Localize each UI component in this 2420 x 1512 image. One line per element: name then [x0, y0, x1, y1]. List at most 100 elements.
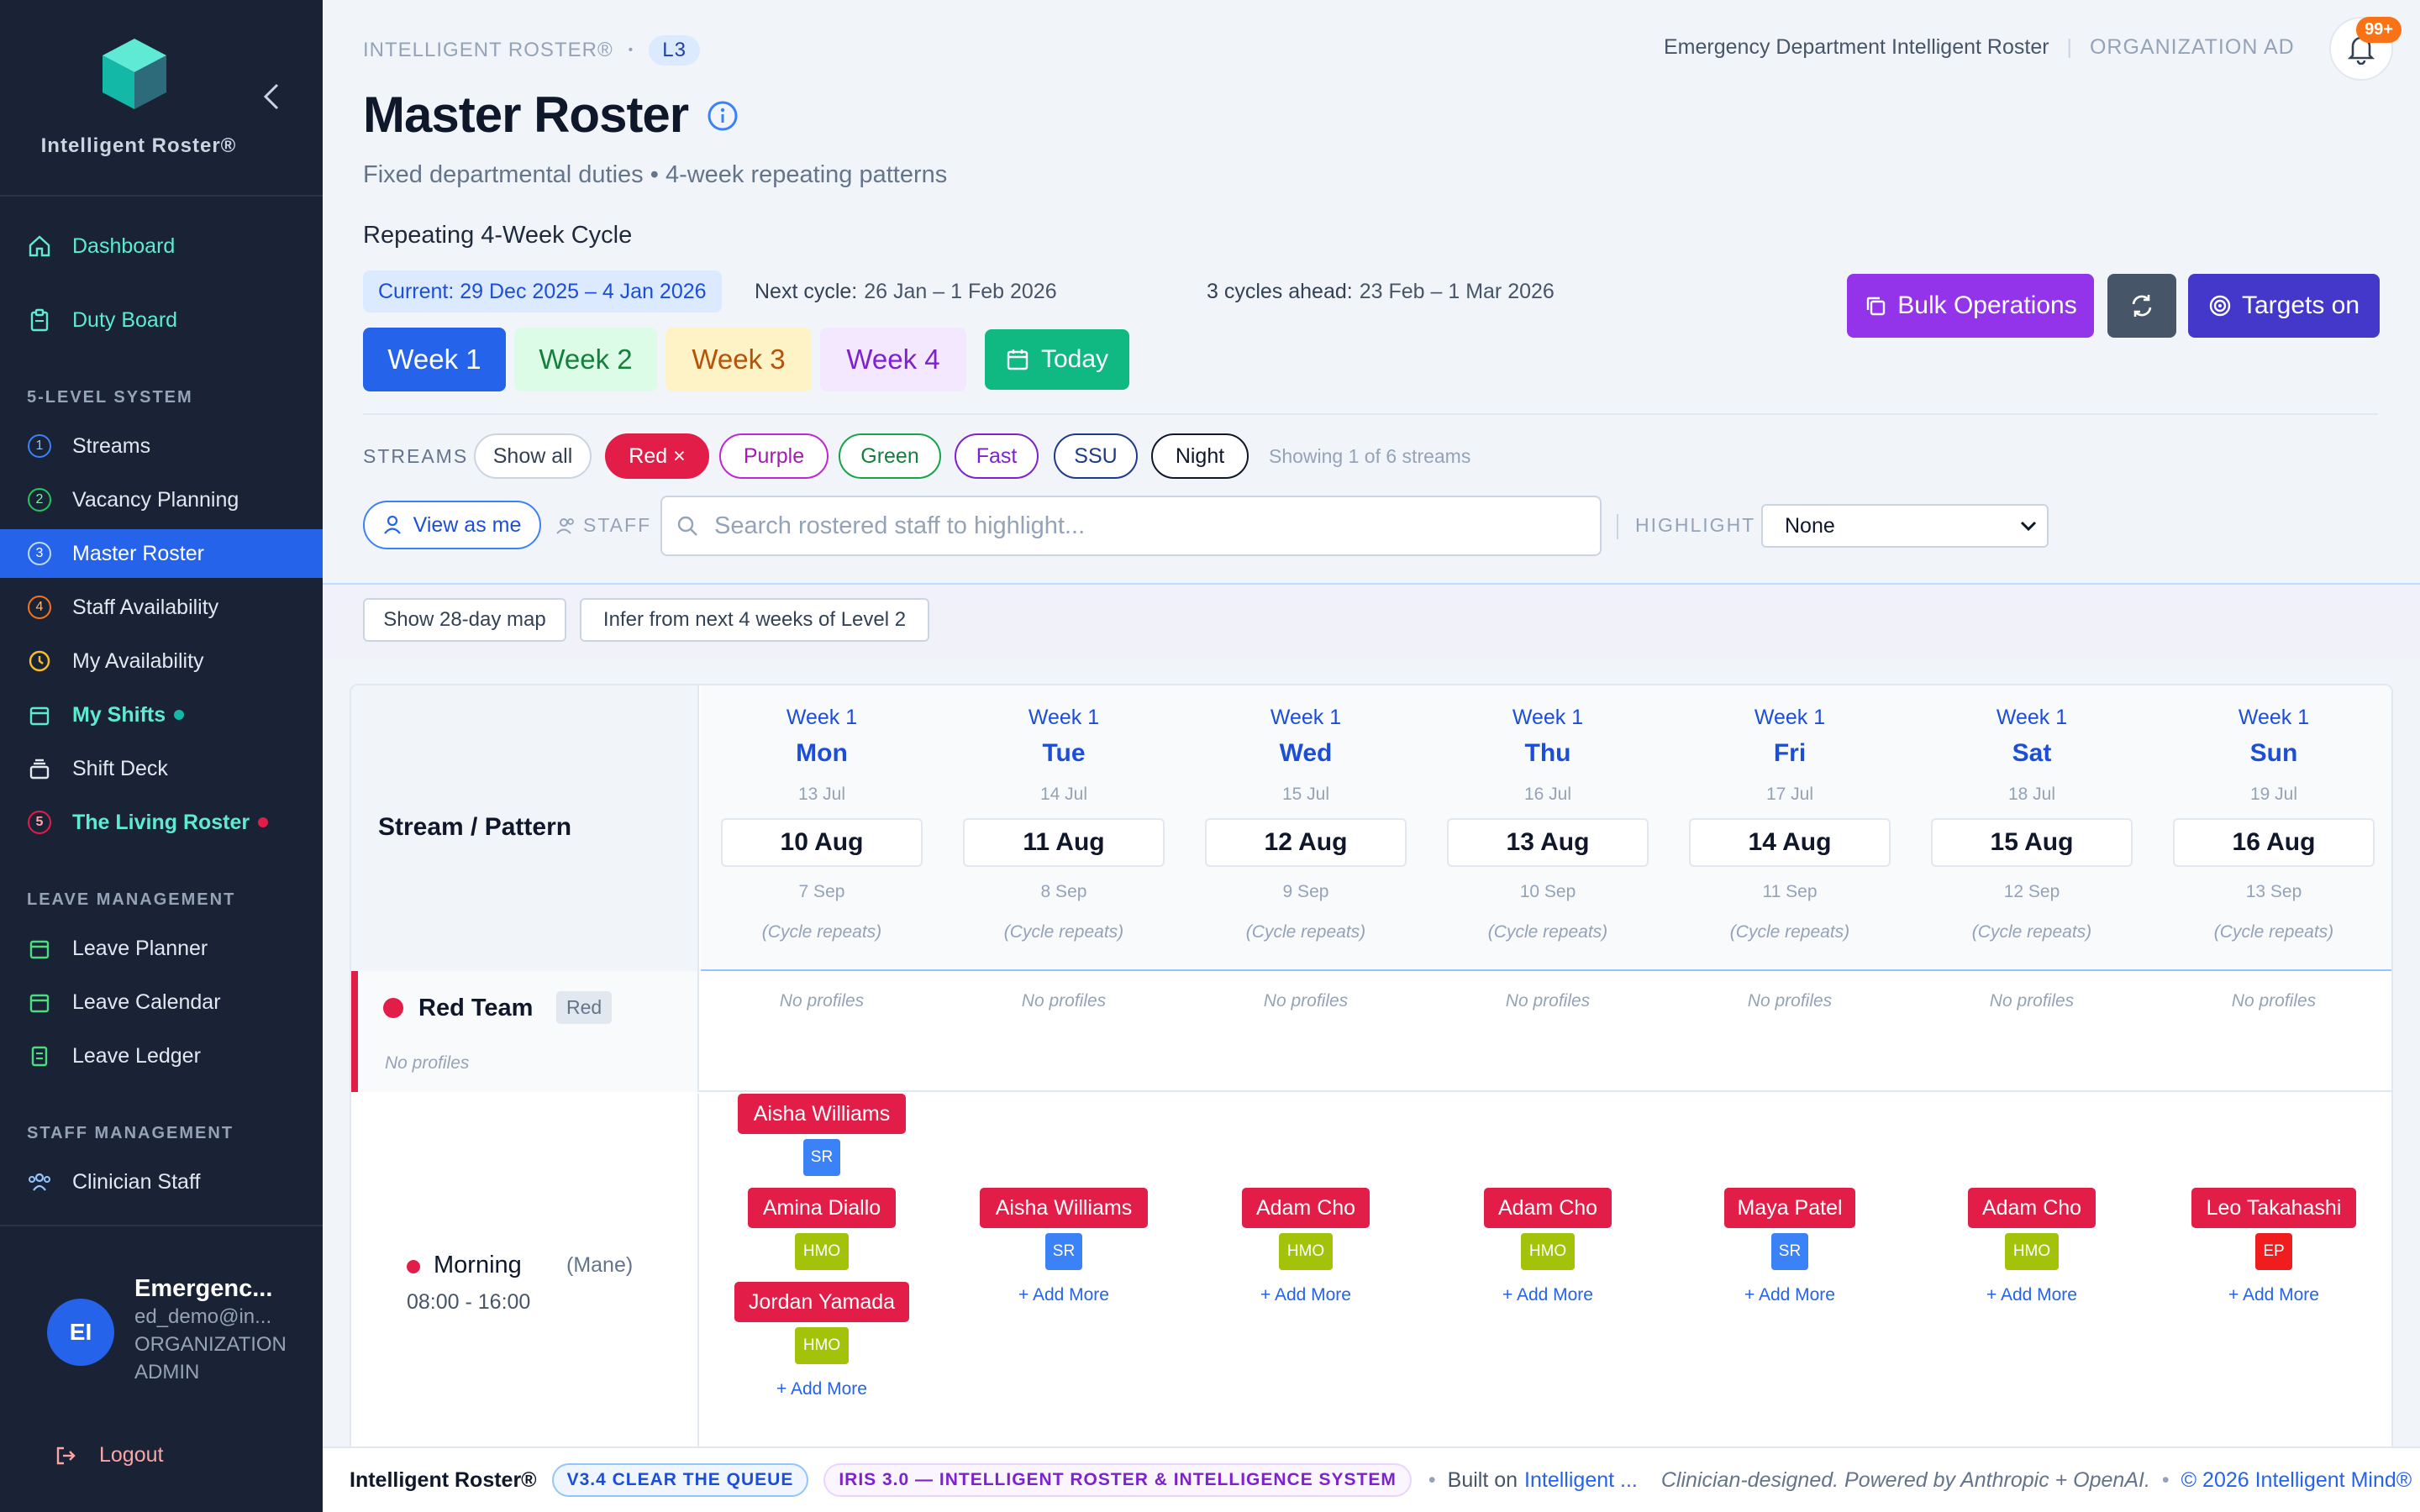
show-28-day-map-button[interactable]: Show 28-day map	[363, 598, 566, 642]
stream-chip-purple[interactable]: Purple	[719, 433, 829, 479]
staff-search-input[interactable]: Search rostered staff to highlight...	[660, 496, 1602, 556]
day-header: Week 1 Tue 14 Jul 11 Aug 8 Sep (Cycle re…	[943, 685, 1185, 971]
tab-week-1[interactable]: Week 1	[363, 328, 506, 391]
stream-chip-night[interactable]: Night	[1151, 433, 1249, 479]
today-button[interactable]: Today	[985, 329, 1129, 390]
add-more-link[interactable]: + Add More	[1185, 1285, 1427, 1305]
cycle-repeats-note: (Cycle repeats)	[1729, 922, 1850, 942]
day-date: 17 Jul	[1765, 785, 1814, 804]
nav-living-roster[interactable]: 5 The Living Roster	[0, 798, 323, 847]
no-profiles-cell: No profiles	[779, 991, 865, 1011]
staff-chip[interactable]: Leo Takahashi	[2191, 1188, 2356, 1228]
day-name: Sun	[2249, 739, 2298, 767]
day-name: Mon	[796, 739, 848, 767]
nav-leave-ledger[interactable]: Leave Ledger	[0, 1032, 323, 1080]
stream-chip-green[interactable]: Green	[839, 433, 941, 479]
next-cycle-label: Next cycle:	[755, 279, 858, 303]
cycle-repeats-note: (Cycle repeats)	[2213, 922, 2334, 942]
day-date: 10 Sep	[1519, 882, 1576, 901]
footer-brand: Intelligent Roster®	[350, 1467, 537, 1492]
no-profiles-cell: No profiles	[2231, 991, 2317, 1011]
user-email: ed_demo@in...	[134, 1305, 272, 1328]
home-icon	[27, 234, 52, 259]
day-name: Thu	[1524, 739, 1571, 767]
shift-alias: (Mane)	[566, 1253, 634, 1277]
add-more-link[interactable]: + Add More	[943, 1285, 1185, 1305]
iris-badge: IRIS 3.0 — INTELLIGENT ROSTER & INTELLIG…	[823, 1463, 1412, 1497]
highlight-select[interactable]: None	[1761, 504, 2049, 548]
section-5-level: 5-LEVEL SYSTEM	[27, 388, 193, 407]
nav-clinician-staff[interactable]: Clinician Staff	[0, 1158, 323, 1206]
nav-my-availability[interactable]: My Availability	[0, 637, 323, 685]
nav-my-shifts[interactable]: My Shifts	[0, 690, 323, 739]
nav-staff-availability[interactable]: 4 Staff Availability	[0, 583, 323, 632]
divider	[1617, 514, 1618, 539]
nav-leave-planner[interactable]: Leave Planner	[0, 924, 323, 973]
bulk-operations-button[interactable]: Bulk Operations	[1847, 274, 2094, 338]
add-more-link[interactable]: + Add More	[2153, 1285, 2391, 1305]
staff-chip[interactable]: Adam Cho	[1242, 1188, 1370, 1228]
day-date: 19 Jul	[2249, 785, 2298, 804]
stream-chip-ssu[interactable]: SSU	[1054, 433, 1138, 479]
today-label: Today	[1040, 345, 1109, 373]
copyright-link[interactable]: © 2026 Intelligent Mind®	[2181, 1468, 2412, 1493]
grid-corner-label: Stream / Pattern	[378, 813, 572, 841]
cycle-repeats-note: (Cycle repeats)	[1971, 922, 2092, 942]
nav-label: Clinician Staff	[72, 1169, 201, 1194]
staff-chip[interactable]: Amina Diallo	[748, 1188, 896, 1228]
day-name: Tue	[1042, 739, 1086, 767]
infer-level-2-button[interactable]: Infer from next 4 weeks of Level 2	[580, 598, 929, 642]
day-current-date: 12 Aug	[1205, 818, 1407, 867]
staff-label: STAFF	[556, 514, 651, 537]
nav-leave-calendar[interactable]: Leave Calendar	[0, 978, 323, 1026]
staff-chip[interactable]: Adam Cho	[1484, 1188, 1612, 1228]
day-date: 14 Jul	[1039, 785, 1088, 804]
page-title: Master Roster	[363, 87, 689, 143]
info-icon[interactable]	[706, 99, 739, 133]
breadcrumb-root[interactable]: INTELLIGENT ROSTER®	[363, 39, 613, 62]
footer-separator: •	[1428, 1467, 1436, 1492]
no-profiles-cell: No profiles	[1021, 991, 1107, 1011]
breadcrumb: INTELLIGENT ROSTER® • L3	[363, 35, 700, 66]
nav-streams[interactable]: 1 Streams	[0, 422, 323, 470]
staff-chip[interactable]: Adam Cho	[1968, 1188, 2096, 1228]
staff-chip[interactable]: Aisha Williams	[980, 1188, 1148, 1228]
team-header[interactable]: Red Team Red No profiles	[351, 971, 699, 1092]
avatar[interactable]: EI	[47, 1299, 114, 1366]
targets-toggle-button[interactable]: Targets on	[2188, 274, 2380, 338]
built-on-link[interactable]: Intelligent ...	[1524, 1468, 1638, 1493]
refresh-button[interactable]	[2107, 274, 2176, 338]
ahead-cycle-value: 23 Feb – 1 Mar 2026	[1359, 279, 1555, 303]
nav-duty-board[interactable]: Duty Board	[0, 296, 323, 344]
add-more-link[interactable]: + Add More	[1911, 1285, 2153, 1305]
tab-week-3[interactable]: Week 3	[666, 328, 812, 391]
view-as-me-label: View as me	[413, 512, 522, 537]
view-as-me-button[interactable]: View as me	[363, 501, 541, 549]
section-leave: LEAVE MANAGEMENT	[27, 890, 236, 909]
no-profiles-cell: No profiles	[1263, 991, 1349, 1011]
nav-master-roster[interactable]: 3 Master Roster	[0, 529, 323, 578]
nav-dashboard[interactable]: Dashboard	[0, 222, 323, 270]
staff-chip[interactable]: Jordan Yamada	[734, 1282, 909, 1322]
nav-label: Leave Calendar	[72, 990, 221, 1014]
org-separator: |	[2066, 35, 2073, 59]
tab-week-2[interactable]: Week 2	[514, 328, 657, 391]
clock-icon	[27, 648, 52, 674]
add-more-link[interactable]: + Add More	[701, 1379, 943, 1399]
nav-shift-deck[interactable]: Shift Deck	[0, 744, 323, 793]
add-more-link[interactable]: + Add More	[1669, 1285, 1911, 1305]
day-date: 18 Jul	[2007, 785, 2056, 804]
tab-week-4[interactable]: Week 4	[820, 328, 966, 391]
add-more-link[interactable]: + Add More	[1427, 1285, 1669, 1305]
collapse-sidebar-icon[interactable]	[262, 82, 281, 111]
staff-chip[interactable]: Maya Patel	[1724, 1188, 1855, 1228]
ahead-cycle-label: 3 cycles ahead:	[1207, 279, 1353, 303]
grade-tag: HMO	[1279, 1233, 1333, 1270]
staff-chip[interactable]: Aisha Williams	[738, 1094, 906, 1134]
stream-chip-red[interactable]: Red ×	[605, 433, 709, 479]
stream-chip-show-all[interactable]: Show all	[474, 433, 592, 479]
nav-vacancy-planning[interactable]: 2 Vacancy Planning	[0, 475, 323, 524]
logout-button[interactable]: Logout	[54, 1443, 163, 1467]
staff-label-text: STAFF	[583, 514, 652, 536]
stream-chip-fast[interactable]: Fast	[955, 433, 1039, 479]
